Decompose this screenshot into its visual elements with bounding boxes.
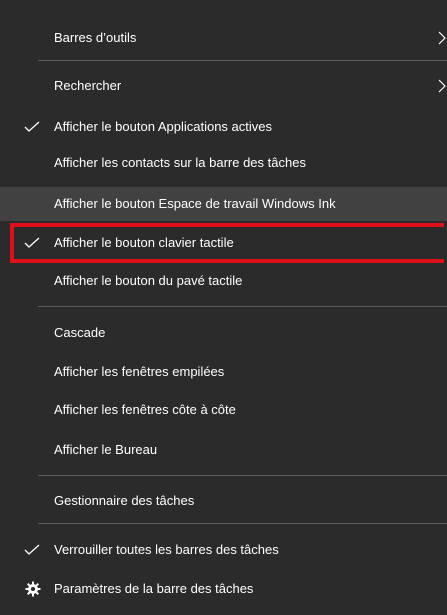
menu-separator: [38, 475, 447, 476]
menu-separator: [38, 523, 447, 524]
gear-icon: [25, 581, 41, 597]
menu-separator: [38, 60, 447, 61]
menu-item-side-by-side-windows[interactable]: Afficher les fenêtres côte à côte: [0, 393, 447, 427]
menu-item-toolbars[interactable]: Barres d’outils: [0, 21, 447, 55]
taskbar-context-menu: Barres d’outils Rechercher Afficher le b…: [0, 0, 447, 615]
menu-item-show-desktop[interactable]: Afficher le Bureau: [0, 433, 447, 467]
menu-item-taskbar-settings[interactable]: Paramètres de la barre des tâches: [0, 572, 447, 606]
menu-item-label: Afficher les fenêtres empilées: [54, 364, 225, 379]
menu-item-label: Afficher le Bureau: [54, 442, 158, 457]
menu-item-stacked-windows[interactable]: Afficher les fenêtres empilées: [0, 355, 447, 389]
menu-item-label: Afficher le bouton Applications actives: [54, 119, 273, 134]
menu-item-label: Gestionnaire des tâches: [54, 493, 195, 508]
chevron-right-icon: [438, 79, 446, 93]
menu-item-windows-ink-button[interactable]: Afficher le bouton Espace de travail Win…: [0, 187, 447, 221]
menu-item-label: Rechercher: [54, 78, 122, 93]
chevron-right-icon: [438, 31, 446, 45]
menu-item-show-task-view-button[interactable]: Afficher le bouton Applications actives: [0, 110, 447, 144]
menu-item-touch-keyboard-button[interactable]: Afficher le bouton clavier tactile: [0, 226, 447, 260]
check-icon: [24, 237, 40, 248]
menu-item-touchpad-button[interactable]: Afficher le bouton du pavé tactile: [0, 264, 447, 298]
check-icon: [24, 121, 40, 132]
menu-item-label: Afficher les contacts sur la barre des t…: [54, 155, 306, 170]
menu-item-label: Afficher le bouton du pavé tactile: [54, 273, 243, 288]
menu-item-label: Barres d’outils: [54, 30, 137, 45]
menu-item-label: Afficher les fenêtres côte à côte: [54, 402, 236, 417]
menu-item-label: Cascade: [54, 325, 106, 340]
menu-item-task-manager[interactable]: Gestionnaire des tâches: [0, 484, 447, 518]
menu-item-search[interactable]: Rechercher: [0, 69, 447, 103]
menu-item-show-contacts[interactable]: Afficher les contacts sur la barre des t…: [0, 146, 447, 180]
menu-item-label: Paramètres de la barre des tâches: [54, 581, 254, 596]
menu-item-label: Afficher le bouton clavier tactile: [54, 235, 234, 250]
menu-item-label: Verrouiller toutes les barres des tâches: [54, 542, 279, 557]
menu-item-lock-taskbars[interactable]: Verrouiller toutes les barres des tâches: [0, 533, 447, 567]
menu-item-label: Afficher le bouton Espace de travail Win…: [54, 196, 336, 211]
menu-separator: [38, 306, 447, 307]
check-icon: [24, 544, 40, 555]
menu-item-cascade[interactable]: Cascade: [0, 316, 447, 350]
